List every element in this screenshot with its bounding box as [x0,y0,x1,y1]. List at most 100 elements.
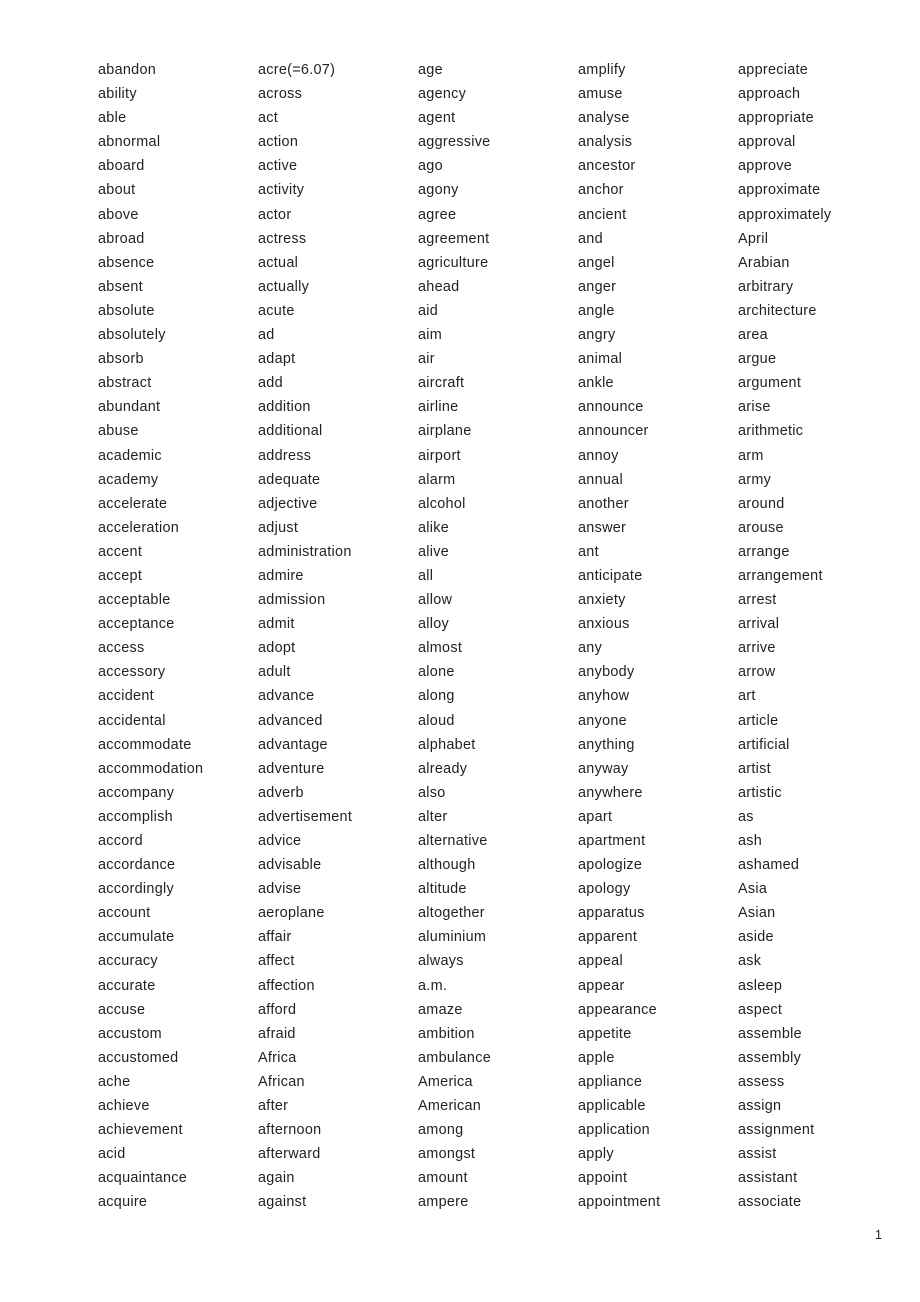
word-entry: any [578,640,603,657]
word-entry: alter [418,808,448,825]
word-entry: aid [418,302,439,319]
word-entry: acceleration [98,519,180,536]
word-entry: around [738,495,785,512]
word-entry: altitude [418,881,467,898]
word-entry: accessory [98,664,166,681]
word-entry: afternoon [258,1122,322,1139]
word-entry: angel [578,254,615,271]
word-entry: access [98,640,145,657]
word-entry: alone [418,664,455,681]
word-entry: admission [258,592,326,609]
word-entry: arm [738,447,764,464]
word-entry: accommodate [98,736,192,753]
word-entry: airport [418,447,461,464]
word-entry: also [418,784,446,801]
word-column-3: age agency agent aggressive ago agony agree agr… [418,58,578,1215]
word-entry: arrange [738,543,790,560]
word-entry: appropriate [738,110,814,127]
word-entry: anything [578,736,635,753]
word-entry: application [578,1122,650,1139]
word-entry: apple [578,1049,615,1066]
word-entry: acquaintance [98,1170,188,1187]
word-entry: accord [98,833,143,849]
word-entry: agreement [418,230,490,247]
word-entry: adjective [258,495,318,512]
word-entry: absent [98,278,143,295]
word-entry: anyhow [578,688,630,705]
word-column-4: amplify amuse analyse analysis ancestor ancho… [578,58,738,1215]
word-entry: argument [738,375,802,392]
word-entry: additional [258,423,323,440]
word-entry: amaze [418,1001,463,1018]
word-entry: a.m. [418,977,448,994]
word-entry: admit [258,616,295,633]
word-entry: adapt [258,351,296,368]
word-entry: always [418,953,464,970]
word-entry: asleep [738,977,783,994]
word-entry: aloud [418,712,455,729]
word-entry: appliance [578,1073,643,1090]
word-entry: abundant [98,399,161,416]
word-entry: agree [418,206,457,223]
word-entry: ad [258,327,275,344]
word-entry: apparatus [578,905,645,922]
word-entry: Asian [738,905,776,922]
word-entry: achievement [98,1122,183,1139]
word-entry: arrest [738,592,777,609]
word-entry: amplify [578,62,626,78]
word-entry: arrival [738,616,780,633]
word-entry: ant [578,543,599,560]
word-entry: alternative [418,833,488,849]
word-entry: afford [258,1001,297,1018]
word-entry: anywhere [578,784,643,801]
word-entry: advisable [258,857,322,874]
word-entry: associate [738,1194,802,1211]
word-entry: ambition [418,1025,475,1042]
word-entry: allow [418,592,453,609]
word-entry: alarm [418,471,456,488]
word-entry: affection [258,977,315,994]
word-entry: accent [98,543,143,560]
word-entry: April [738,230,769,247]
word-entry: assess [738,1073,785,1090]
word-entry: apologize [578,857,643,874]
word-entry: arrive [738,640,776,657]
word-entry: action [258,134,299,151]
word-entry: American [418,1098,482,1115]
word-column-2: acre(=6.07) across act action active activity… [258,58,418,1215]
word-entry: assistant [738,1170,798,1187]
word-entry: administration [258,543,352,560]
word-entry: accommodation [98,760,204,777]
word-entry: amuse [578,86,623,103]
word-entry: aircraft [418,375,465,392]
word-entry: airplane [418,423,472,440]
word-entry: accumulate [98,929,175,946]
word-entry: appreciate [738,62,809,78]
word-entry: accuracy [98,953,158,970]
word-entry: actual [258,254,299,271]
word-entry: aside [738,929,774,946]
word-entry: answer [578,519,627,536]
word-entry: alcohol [418,495,466,512]
word-entry: approve [738,158,793,175]
word-entry: anxious [578,616,630,633]
word-entry: abandon [98,62,157,78]
word-entry: approach [738,86,801,103]
word-entry: Africa [258,1049,297,1066]
word-entry: assign [738,1098,782,1115]
word-entry: Asia [738,881,768,898]
word-entry: acceptable [98,592,171,609]
word-entry: appearance [578,1001,657,1018]
word-entry: arithmetic [738,423,804,440]
word-entry: absorb [98,351,144,368]
word-entry: airline [418,399,459,416]
word-entry: ask [738,953,762,970]
word-entry: acid [98,1146,126,1163]
word-entry: apart [578,808,613,825]
word-entry: across [258,86,303,103]
word-entry: applicable [578,1098,646,1115]
word-entry: anchor [578,182,624,199]
word-entry: analyse [578,110,630,127]
word-entry: active [258,158,298,175]
word-entry: anyway [578,760,629,777]
